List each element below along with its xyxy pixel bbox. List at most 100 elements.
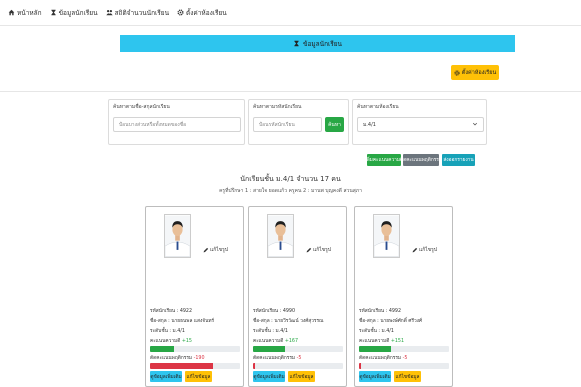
good-score-label: คะแนนความดี <box>253 339 284 344</box>
student-id-input[interactable]: ป้อนรหัสนักเรียน <box>253 117 322 132</box>
behavior-score: ตัดคะแนนพฤติกรรม -5 <box>359 354 407 362</box>
add-good-score-button[interactable]: เพิ่มคะแนนความดี <box>365 154 403 166</box>
home-icon <box>8 9 15 16</box>
good-score-bar <box>150 346 240 352</box>
student-card: แก้ไขรูป รหัสนักเรียน : 4922 ชื่อ-สกุล :… <box>145 206 244 387</box>
student-name-label: ชื่อ-สกุล <box>253 319 270 324</box>
student-class: ระดับชั้น : ม.4/1 <box>359 327 394 335</box>
advisor-info: ครูที่ปรึกษา 1 : สายใจ ยอดแก้ว ครูคน 2 :… <box>219 188 362 194</box>
view-details-button[interactable]: ดูข้อมูลเพิ่มเติม <box>359 371 391 382</box>
room-settings-label: ตั้งค่าห้องเรียน <box>461 69 497 76</box>
filter-name-label: ค้นหาตามชื่อ-สกุลนักเรียน <box>113 104 170 110</box>
good-score: คะแนนความดี +167 <box>253 337 298 345</box>
good-score: คะแนนความดี +151 <box>359 337 404 345</box>
student-id-label: รหัสนักเรียน <box>150 309 176 314</box>
good-score-value: +151 <box>390 339 405 344</box>
view-details-button[interactable]: ดูข้อมูลเพิ่มเติม <box>150 371 182 382</box>
student-name-value: : นายธนพล แสงจันทร์ <box>168 319 215 324</box>
filter-name: ค้นหาตามชื่อ-สกุลนักเรียน ป้อนบางส่วนหรื… <box>108 99 245 145</box>
filter-id-label: ค้นหาตามรหัสนักเรียน <box>253 104 302 110</box>
behavior-score-bar-fill <box>253 363 255 369</box>
student-name-label: ชื่อ-สกุล <box>359 319 376 324</box>
good-score-label: คะแนนความดี <box>150 339 181 344</box>
edit-student-button[interactable]: แก้ไขข้อมูล <box>185 371 212 382</box>
behavior-score: ตัดคะแนนพฤติกรรม -190 <box>150 354 205 362</box>
student-id: รหัสนักเรียน : 4992 <box>359 307 401 315</box>
users-icon <box>105 9 113 16</box>
section-divider <box>0 91 581 92</box>
student-id-value: : 4992 <box>385 309 402 314</box>
student-portrait-icon <box>268 215 293 257</box>
good-score-value: +167 <box>284 339 299 344</box>
gear-icon <box>454 69 460 76</box>
behavior-score-bar <box>150 363 240 369</box>
edit-photo-label: แก้ไขรูป <box>313 247 332 253</box>
deduct-behavior-button[interactable]: ตัดคะแนนพฤติกรรม <box>400 154 442 166</box>
room-select-value: ม.4/1 <box>363 121 376 128</box>
student-class: ระดับชั้น : ม.4/1 <box>150 327 185 335</box>
chevron-down-icon <box>472 122 478 126</box>
nav-item-students[interactable]: ข้อมูลนักเรียน <box>50 8 98 18</box>
page-title-bar: ข้อมูลนักเรียน <box>120 35 515 52</box>
student-photo <box>164 214 191 258</box>
page-title: ข้อมูลนักเรียน <box>303 39 342 48</box>
filter-room: ค้นหาตามห้องเรียน ม.4/1 <box>352 99 487 145</box>
gear-icon <box>177 9 184 16</box>
student-class-label: ระดับชั้น <box>253 329 271 334</box>
behavior-score-bar <box>359 363 449 369</box>
student-card: แก้ไขรูป รหัสนักเรียน : 4990 ชื่อ-สกุล :… <box>248 206 347 387</box>
student-id-label: รหัสนักเรียน <box>359 309 385 314</box>
nav-item-label: ตั้งค่าห้องเรียน <box>186 8 227 17</box>
good-score-value: +15 <box>181 339 192 344</box>
edit-photo-label: แก้ไขรูป <box>210 247 229 253</box>
edit-student-button[interactable]: แก้ไขข้อมูล <box>394 371 421 382</box>
nav-item-statistics[interactable]: สถิติจำนวนนักเรียน <box>105 8 169 18</box>
student-photo <box>373 214 400 258</box>
student-class-label: ระดับชั้น <box>150 329 168 334</box>
good-score-bar <box>359 346 449 352</box>
good-score-label: คะแนนความดี <box>359 339 390 344</box>
student-id-placeholder: ป้อนรหัสนักเรียน <box>259 121 295 128</box>
edit-photo-link[interactable]: แก้ไขรูป <box>306 246 331 254</box>
nav-item-label: ข้อมูลนักเรียน <box>58 8 98 17</box>
top-navbar: หน้าหลัก ข้อมูลนักเรียน สถิติจำนวนนักเรี… <box>0 0 581 26</box>
student-id: รหัสนักเรียน : 4990 <box>253 307 295 315</box>
nav-item-label: หน้าหลัก <box>17 8 42 17</box>
good-score-bar <box>253 346 343 352</box>
behavior-score: ตัดคะแนนพฤติกรรม -5 <box>253 354 301 362</box>
good-score-bar-fill <box>359 346 392 352</box>
student-name: ชื่อ-สกุล : นายพงษ์ศักดิ์ ศรีวงศ์ <box>359 317 422 325</box>
behavior-score-bar-fill <box>150 363 213 369</box>
nav-item-home[interactable]: หน้าหลัก <box>8 8 42 18</box>
hourglass-icon <box>50 9 56 16</box>
good-score-bar-fill <box>253 346 286 352</box>
view-details-button[interactable]: ดูข้อมูลเพิ่มเติม <box>253 371 285 382</box>
student-name-label: ชื่อ-สกุล <box>150 319 167 324</box>
behavior-score-value: -190 <box>193 356 205 361</box>
name-search-placeholder: ป้อนบางส่วนหรือทั้งหมดของชื่อ <box>119 121 187 128</box>
pencil-icon <box>412 247 418 253</box>
student-id-value: : 4990 <box>279 309 296 314</box>
good-score-bar-fill <box>150 346 175 352</box>
edit-photo-link[interactable]: แก้ไขรูป <box>412 246 437 254</box>
student-class-value: : ม.4/1 <box>169 329 185 334</box>
student-id-label: รหัสนักเรียน <box>253 309 279 314</box>
filter-room-label: ค้นหาตามห้องเรียน <box>357 104 399 110</box>
name-search-input[interactable]: ป้อนบางส่วนหรือทั้งหมดของชื่อ <box>113 117 241 132</box>
student-name-value: : นายพงษ์ศักดิ์ ศรีวงศ์ <box>377 319 423 324</box>
room-select[interactable]: ม.4/1 <box>357 117 484 132</box>
export-report-button[interactable]: ส่งออกรายงาน <box>442 154 475 166</box>
class-summary: นักเรียนชั้น ม.4/1 จำนวน 17 คน <box>240 175 341 183</box>
edit-photo-link[interactable]: แก้ไขรูป <box>203 246 228 254</box>
student-portrait-icon <box>374 215 399 257</box>
student-class-label: ระดับชั้น <box>359 329 377 334</box>
student-name: ชื่อ-สกุล : นายธนพล แสงจันทร์ <box>150 317 214 325</box>
pencil-icon <box>203 247 209 253</box>
student-name-value: : นายวีรวัฒน์ วงศ์สุวรรณ <box>271 319 324 324</box>
nav-item-room-settings[interactable]: ตั้งค่าห้องเรียน <box>177 8 227 18</box>
edit-student-button[interactable]: แก้ไขข้อมูล <box>288 371 315 382</box>
room-settings-button[interactable]: ตั้งค่าห้องเรียน <box>451 65 499 80</box>
student-id-value: : 4922 <box>176 309 193 314</box>
search-button[interactable]: ค้นหา <box>325 117 344 132</box>
student-class-value: : ม.4/1 <box>272 329 288 334</box>
